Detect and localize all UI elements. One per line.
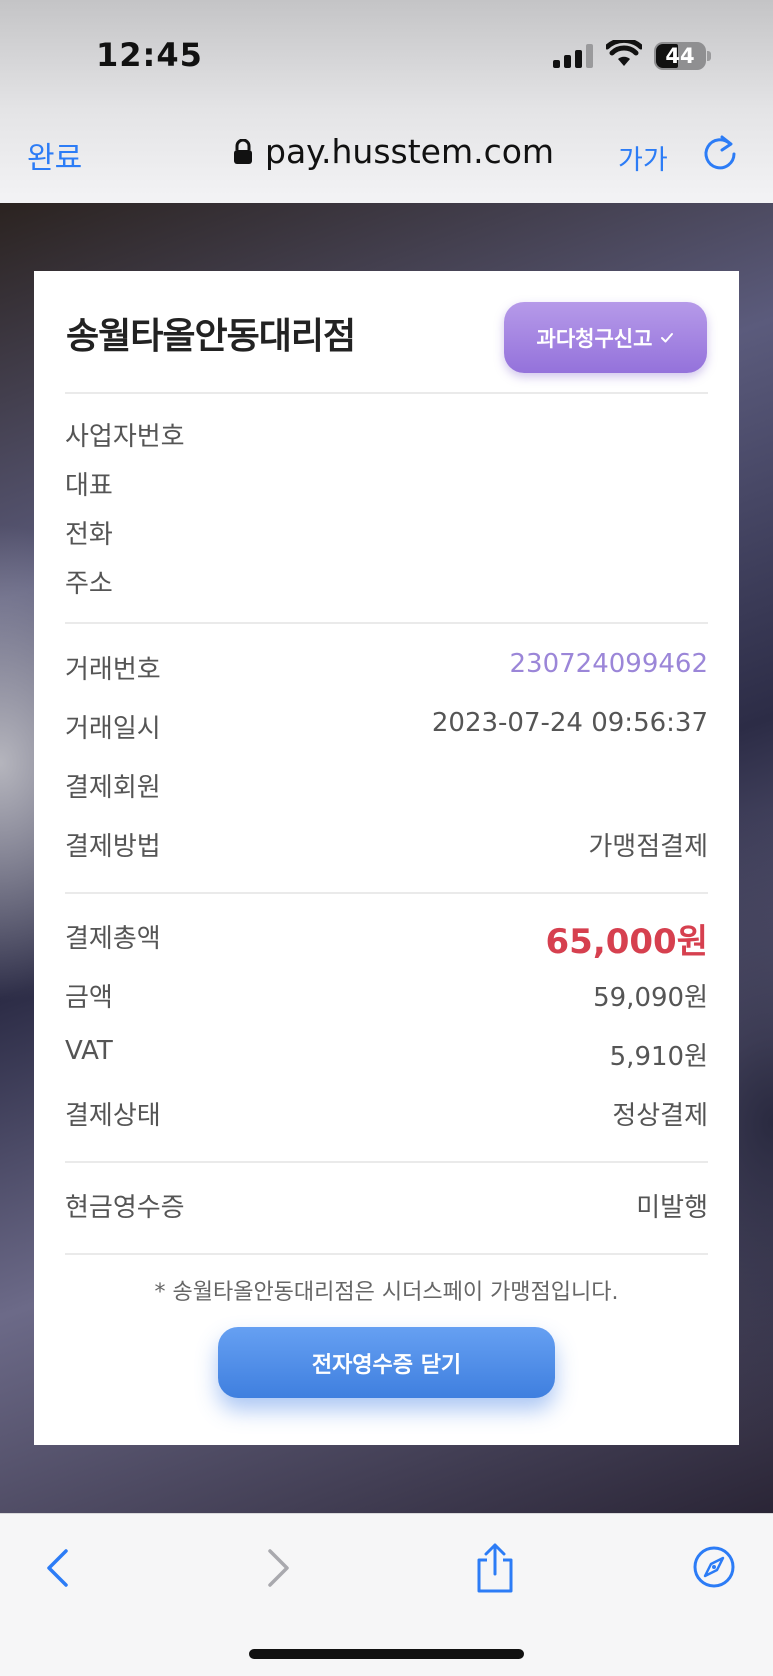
vat-label: VAT: [65, 1036, 113, 1066]
address-bar[interactable]: pay.husstem.com: [233, 132, 554, 171]
total-amount-value: 65,000원: [545, 922, 708, 962]
amount-label: 금액: [65, 983, 113, 1013]
total-amount-label: 결제총액: [65, 924, 161, 954]
transaction-number-label: 거래번호: [65, 655, 161, 685]
payment-member-label: 결제회원: [65, 773, 161, 803]
back-icon[interactable]: [44, 1548, 70, 1588]
cellular-signal-icon: [553, 44, 593, 68]
payment-method-label: 결제방법: [65, 832, 161, 862]
forward-icon[interactable]: [266, 1548, 292, 1588]
payment-status-value: 정상결제: [612, 1101, 708, 1131]
divider: [65, 392, 708, 394]
transaction-datetime-value: 2023-07-24 09:56:37: [431, 708, 708, 738]
close-receipt-button[interactable]: 전자영수증 닫기: [218, 1327, 555, 1398]
url-text: pay.husstem.com: [265, 132, 555, 171]
wifi-icon: [606, 40, 642, 66]
report-button-label: 과다청구신고: [536, 326, 653, 351]
battery-level: 44: [665, 44, 695, 68]
battery-icon: 44: [654, 42, 706, 70]
lock-icon: [234, 138, 252, 164]
cash-receipt-label: 현금영수증: [65, 1193, 185, 1223]
done-button[interactable]: 완료: [27, 133, 82, 177]
merchant-notice: * 송월타올안동대리점은 시더스페이 가맹점입니다.: [154, 1280, 619, 1305]
divider: [65, 1161, 708, 1163]
address-label: 주소: [65, 569, 113, 599]
cash-receipt-value: 미발행: [636, 1193, 708, 1223]
vat-value: 5,910원: [609, 1042, 708, 1072]
amount-value: 59,090원: [593, 983, 708, 1013]
merchant-name: 송월타올안동대리점: [66, 316, 356, 357]
share-icon[interactable]: [475, 1542, 515, 1594]
payment-status-label: 결제상태: [65, 1101, 161, 1131]
transaction-number-value: 230724099462: [509, 649, 708, 679]
divider: [65, 622, 708, 624]
representative-label: 대표: [65, 471, 113, 501]
transaction-datetime-label: 거래일시: [65, 714, 161, 744]
receipt-card: 송월타올안동대리점 과다청구신고 사업자번호 대표 전화 주소 거래번호 230…: [34, 271, 739, 1445]
home-indicator: [249, 1649, 524, 1659]
browser-top-bar: 12:45 44 완료 pay.husstem.com 가가: [0, 0, 773, 203]
phone-label: 전화: [65, 520, 113, 550]
status-time: 12:45: [96, 36, 203, 74]
text-size-button[interactable]: 가가: [618, 138, 668, 177]
compass-icon[interactable]: [692, 1545, 736, 1589]
business-number-label: 사업자번호: [65, 422, 185, 452]
payment-method-value: 가맹점결제: [588, 832, 708, 862]
divider: [65, 1253, 708, 1255]
overcharge-report-button[interactable]: 과다청구신고: [504, 302, 707, 373]
reload-icon[interactable]: [702, 134, 738, 172]
check-icon: [661, 332, 674, 342]
divider: [65, 892, 708, 894]
